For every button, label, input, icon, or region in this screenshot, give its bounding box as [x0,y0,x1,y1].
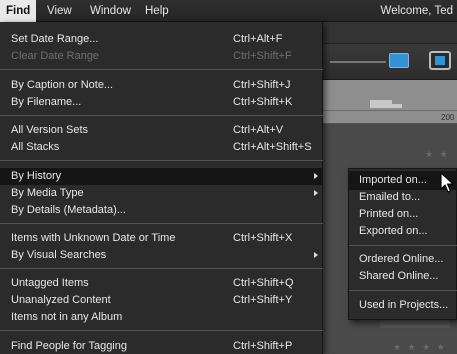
menu-item-by-media-type[interactable]: By Media Type [0,185,323,202]
menu-item-label: Items not in any Album [11,311,123,323]
menu-item-label: Items with Unknown Date or Time [11,232,176,244]
submenu-item-label: Shared Online... [359,270,439,282]
menu-item-label: All Stacks [11,141,60,153]
menu-window[interactable]: Window [84,0,137,22]
menu-item-clear-date-range: Clear Date Range Ctrl+Shift+F [0,48,323,65]
menu-help[interactable]: Help [139,0,175,22]
menu-view[interactable]: View [41,0,78,22]
timeline-year-label: 200 [441,113,455,122]
timeline-ticks [323,110,457,111]
menu-item-find-people-for-tagging[interactable]: Find People for Tagging Ctrl+Shift+P [0,338,323,354]
menu-item-shortcut: Ctrl+Shift+X [233,232,293,244]
menu-item-label: Untagged Items [11,277,89,289]
menu-item-unknown-date-or-time[interactable]: Items with Unknown Date or Time Ctrl+Shi… [0,230,323,247]
menu-separator [0,330,323,331]
submenu-arrow-icon [314,252,318,258]
menu-item-shortcut: Ctrl+Shift+F [233,50,292,62]
menu-item-all-version-sets[interactable]: All Version Sets Ctrl+Alt+V [0,122,323,139]
menu-item-label: Clear Date Range [11,50,100,62]
menu-item-untagged-items[interactable]: Untagged Items Ctrl+Shift+Q [0,275,323,292]
menu-item-shortcut: Ctrl+Alt+Shift+S [233,141,312,153]
menu-separator [0,160,323,161]
timeline-bar [370,100,392,108]
full-screen-view-button[interactable] [429,51,451,70]
submenu-separator [349,245,457,246]
menu-item-by-details-metadata[interactable]: By Details (Metadata)... [0,202,323,219]
menu-item-shortcut: Ctrl+Alt+V [233,124,284,136]
menu-item-shortcut: Ctrl+Shift+Y [233,294,293,306]
menu-item-label: By Visual Searches [11,249,107,261]
menu-item-label: All Version Sets [11,124,89,136]
submenu-item-label: Exported on... [359,225,428,237]
menu-item-shortcut: Ctrl+Shift+P [233,340,293,352]
menu-item-label: By History [11,170,62,182]
find-menu-dropdown: Set Date Range... Ctrl+Alt+F Clear Date … [0,22,323,354]
submenu-item-exported-on[interactable]: Exported on... [349,222,457,241]
menu-item-set-date-range[interactable]: Set Date Range... Ctrl+Alt+F [0,31,323,48]
submenu-arrow-icon [314,190,318,196]
menu-find[interactable]: Find [0,0,37,22]
submenu-separator [349,290,457,291]
welcome-text: Welcome, Ted [380,5,453,17]
menu-item-label: Unanalyzed Content [11,294,111,306]
menu-item-unanalyzed-content[interactable]: Unanalyzed Content Ctrl+Shift+Y [0,292,323,309]
menu-item-shortcut: Ctrl+Shift+J [233,79,291,91]
zoom-slider[interactable] [330,61,386,63]
timeline-bar [392,104,402,108]
menu-item-label: By Caption or Note... [11,79,114,91]
menu-item-items-not-in-album[interactable]: Items not in any Album [0,309,323,326]
submenu-item-used-in-projects[interactable]: Used in Projects... [349,296,457,315]
mouse-cursor-icon [440,172,454,193]
menu-separator [0,223,323,224]
menu-item-label: By Filename... [11,96,82,108]
menu-item-by-caption-or-note[interactable]: By Caption or Note... Ctrl+Shift+J [0,77,323,94]
menu-item-label: By Media Type [11,187,84,199]
menu-item-all-stacks[interactable]: All Stacks Ctrl+Alt+Shift+S [0,139,323,156]
menu-item-shortcut: Ctrl+Shift+Q [233,277,294,289]
single-view-button[interactable] [389,53,409,68]
submenu-item-label: Used in Projects... [359,299,449,311]
menu-item-shortcut: Ctrl+Shift+K [233,96,293,108]
menu-item-by-filename[interactable]: By Filename... Ctrl+Shift+K [0,94,323,111]
menu-item-label: By Details (Metadata)... [11,204,126,216]
rating-stars-icon[interactable]: ★ ★ [425,149,450,160]
menu-item-shortcut: Ctrl+Alt+F [233,33,283,45]
background-header-strip [323,22,457,44]
submenu-item-shared-online[interactable]: Shared Online... [349,267,457,286]
menu-separator [0,268,323,269]
menu-item-label: Find People for Tagging [11,340,127,352]
rating-stars-icon[interactable]: ★ ★ ★ ★ [393,342,447,353]
menu-item-label: Set Date Range... [11,33,99,45]
menu-separator [0,115,323,116]
menu-item-by-history[interactable]: By History [0,168,323,185]
menu-separator [0,69,323,70]
submenu-arrow-icon [314,173,318,179]
menu-item-by-visual-searches[interactable]: By Visual Searches [0,247,323,264]
menu-bar: Find View Window Help Welcome, Ted [0,0,457,22]
